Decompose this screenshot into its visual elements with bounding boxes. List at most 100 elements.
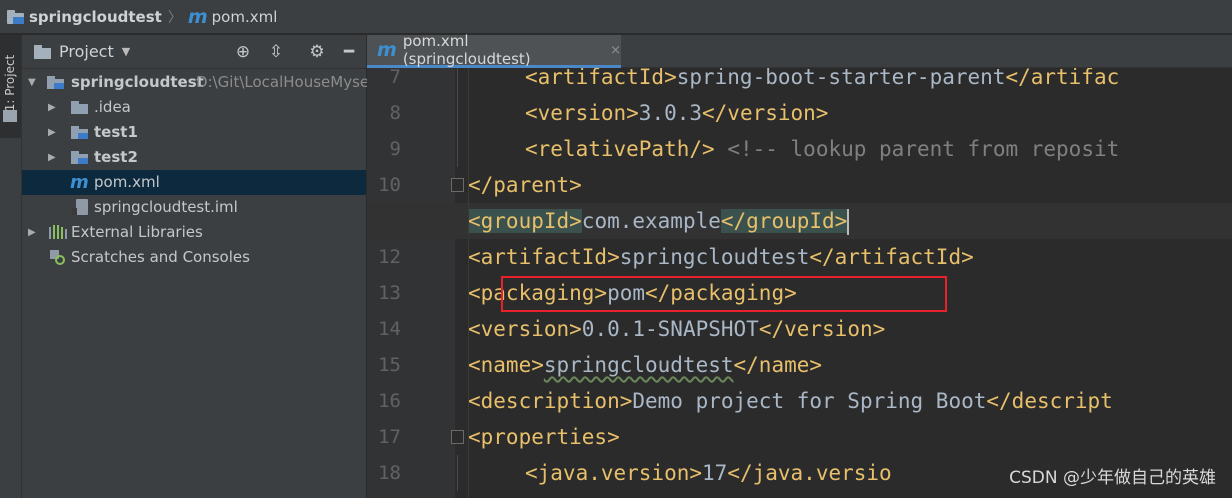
code-editor[interactable]: 789101112131415161718 <artifactId>spring… (367, 68, 1232, 498)
module-folder-icon (7, 9, 25, 24)
tree-item-test2[interactable]: ▶ test2 (22, 145, 366, 170)
xml-tag: <description> (468, 389, 633, 413)
tab-pom-xml[interactable]: m pom.xml (springcloudtest) × (367, 32, 621, 68)
xml-tag: </name> (733, 353, 823, 377)
locate-icon[interactable]: ⊕ (233, 42, 253, 62)
xml-tag: <relativePath/> (525, 137, 715, 161)
tab-label: pom.xml (springcloudtest) (402, 32, 531, 68)
xml-text: Demo project for Spring Boot (632, 389, 987, 413)
xml-tag: <java.version> (525, 461, 703, 485)
tree-item-label: springcloudtest (71, 73, 204, 91)
gear-icon[interactable]: ⚙ (307, 42, 327, 62)
watermark: CSDN @少年做自己的英雄 (1009, 468, 1216, 488)
tool-window-strip: 1: Project (0, 35, 22, 498)
iml-file-icon (72, 199, 88, 215)
xml-text: springcloudtest (543, 353, 734, 377)
module-folder-icon (71, 126, 88, 139)
folder-icon (3, 110, 17, 122)
fold-guide-line (457, 68, 458, 167)
xml-tag: </artifactId> (809, 245, 974, 269)
collapse-arrow-icon[interactable]: ▶ (48, 120, 56, 145)
expand-arrow-icon[interactable]: ▼ (28, 70, 36, 95)
maven-file-icon: m (187, 5, 208, 28)
chevron-down-icon[interactable]: ▼ (122, 45, 130, 58)
xml-tag: </artifac (1005, 68, 1120, 89)
code-line[interactable]: <groupId>com.example</groupId> (367, 203, 1232, 239)
xml-text (715, 137, 728, 161)
minimize-icon[interactable]: ━ (339, 42, 359, 62)
xml-tag: <properties> (468, 425, 620, 449)
editor-tab-bar: m pom.xml (springcloudtest) × (367, 32, 1232, 68)
tree-item-label: External Libraries (71, 223, 203, 241)
indent-guide (468, 68, 469, 498)
xml-tag: <name> (468, 353, 544, 377)
xml-tag: <version> (525, 101, 639, 125)
collapse-arrow-icon[interactable]: ▶ (48, 95, 56, 120)
maven-file-icon: m (377, 39, 397, 61)
navigation-breadcrumb: springcloudtest 〉 m pom.xml (0, 0, 1232, 34)
code-line[interactable]: <relativePath/> <!-- lookup parent from … (367, 131, 1232, 167)
xml-text: 3.0.3 (638, 101, 703, 125)
xml-tag: <artifactId> (525, 68, 677, 89)
xml-tag: </descript (986, 389, 1113, 413)
project-panel-header: Project ▼ ⊕ ⇳ ⚙ ━ (22, 35, 366, 69)
collapse-all-icon[interactable]: ⇳ (266, 42, 286, 62)
code-line[interactable]: <description>Demo project for Spring Boo… (367, 383, 1232, 419)
maven-file-icon: m (70, 172, 89, 193)
code-line[interactable]: <artifactId>spring-boot-starter-parent</… (367, 68, 1232, 95)
tree-item-test1[interactable]: ▶ test1 (22, 120, 366, 145)
xml-tag: </version> (702, 101, 829, 125)
fold-start-icon[interactable] (451, 430, 464, 444)
highlight-annotation-box (501, 276, 947, 312)
code-line[interactable]: <version>0.0.1-SNAPSHOT</version> (367, 311, 1232, 347)
text-caret (847, 209, 850, 235)
xml-text: com.example (581, 209, 721, 233)
code-line[interactable]: <properties> (367, 419, 1232, 455)
tree-item-label: test2 (94, 148, 138, 166)
tree-item-label: pom.xml (94, 173, 160, 191)
tree-item-label: .idea (94, 98, 131, 116)
xml-tag: <artifactId> (468, 245, 620, 269)
scratch-icon (50, 250, 65, 265)
module-folder-icon (47, 76, 64, 89)
fold-end-icon[interactable] (451, 178, 464, 192)
breadcrumb-file[interactable]: pom.xml (212, 8, 278, 26)
xml-text: 0.0.1-SNAPSHOT (581, 317, 759, 341)
tree-item-root[interactable]: ▼ springcloudtest D:\Git\LocalHouseMyse (22, 70, 370, 95)
fold-guide-line (457, 455, 458, 491)
tree-item-label: springcloudtest.iml (94, 198, 238, 216)
tree-item-iml[interactable]: springcloudtest.iml (22, 195, 366, 220)
tree-item-idea[interactable]: ▶ .idea (22, 95, 366, 120)
collapse-arrow-icon[interactable]: ▶ (48, 145, 56, 170)
xml-tag: </java.versio (727, 461, 892, 485)
tree-item-pom[interactable]: m pom.xml (22, 170, 366, 195)
project-tool-tab[interactable]: 1: Project (0, 35, 21, 138)
close-icon[interactable]: × (610, 43, 621, 58)
tree-item-scratches[interactable]: Scratches and Consoles (22, 245, 366, 270)
breadcrumb-separator: 〉 (167, 9, 182, 26)
project-view-selector[interactable]: Project (59, 42, 114, 61)
folder-icon (71, 101, 88, 114)
xml-text: 17 (702, 461, 728, 485)
module-folder-icon (71, 151, 88, 164)
folder-icon (34, 44, 51, 59)
xml-text: spring-boot-starter-parent (676, 68, 1006, 89)
tree-item-label: test1 (94, 123, 138, 141)
breadcrumb-project[interactable]: springcloudtest (29, 8, 162, 26)
xml-tag: <version> (468, 317, 582, 341)
xml-tag: </version> (758, 317, 886, 341)
tree-item-external-libraries[interactable]: ▶ External Libraries (22, 220, 366, 245)
project-panel: Project ▼ ⊕ ⇳ ⚙ ━ ▼ springcloudtest D:\G… (22, 35, 370, 498)
code-line[interactable]: <artifactId>springcloudtest</artifactId> (367, 239, 1232, 275)
code-comment: <!-- lookup parent from reposit (727, 137, 1120, 161)
code-line[interactable]: </parent> (367, 167, 1232, 203)
code-line[interactable]: <name>springcloudtest</name> (367, 347, 1232, 383)
xml-tag: </parent> (468, 173, 582, 197)
tree-item-label: Scratches and Consoles (71, 248, 250, 266)
library-icon (49, 225, 67, 239)
code-line[interactable]: <version>3.0.3</version> (367, 95, 1232, 131)
xml-text: springcloudtest (619, 245, 810, 269)
tree-item-path: D:\Git\LocalHouseMyse (196, 73, 370, 91)
collapse-arrow-icon[interactable]: ▶ (28, 220, 36, 245)
xml-tag: </groupId> (720, 209, 848, 233)
